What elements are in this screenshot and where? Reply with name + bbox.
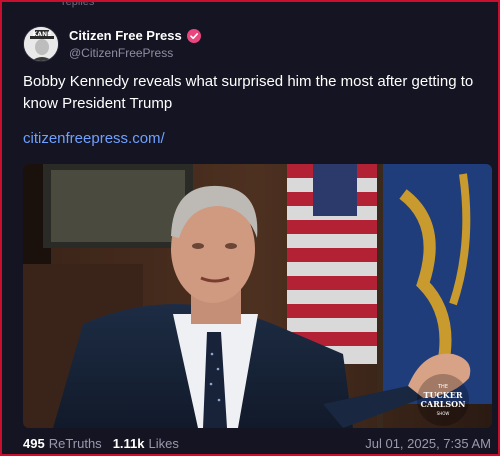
post-footer: 495 ReTruths 1.11k Likes Jul 01, 2025, 7…	[23, 436, 491, 451]
post-video-thumbnail[interactable]: THE TUCKER CARLSON SHOW	[23, 164, 492, 428]
retruths-stat[interactable]: 495 ReTruths	[23, 436, 102, 451]
retruths-label: ReTruths	[48, 436, 102, 451]
post-header: KANE Citizen Free Press @CitizenFreePres…	[23, 26, 201, 62]
display-name-row: Citizen Free Press	[69, 28, 201, 43]
verified-badge-icon	[186, 28, 201, 43]
post-card: replies KANE Citizen Free Press @Citizen…	[0, 0, 500, 456]
author-handle[interactable]: @CitizenFreePress	[69, 46, 201, 60]
post-text: Bobby Kennedy reveals what surprised him…	[23, 73, 474, 112]
display-name[interactable]: Citizen Free Press	[69, 28, 182, 43]
likes-label: Likes	[148, 436, 179, 451]
video-frame-image: THE TUCKER CARLSON SHOW	[23, 164, 492, 428]
previous-replies-text[interactable]: replies	[62, 2, 94, 8]
author-names: Citizen Free Press @CitizenFreePress	[69, 28, 201, 60]
post-timestamp: Jul 01, 2025, 7:35 AM	[365, 436, 491, 451]
svg-text:CARLSON: CARLSON	[421, 399, 466, 409]
tucker-carlson-watermark: THE TUCKER CARLSON SHOW	[417, 374, 469, 426]
post-link[interactable]: citizenfreepress.com/	[23, 130, 165, 147]
retruths-count: 495	[23, 436, 45, 451]
avatar-image: KANE	[24, 27, 58, 61]
avatar-logo-text: KANE	[33, 31, 51, 38]
likes-stat[interactable]: 1.11k Likes	[113, 436, 179, 451]
avatar[interactable]: KANE	[23, 26, 59, 62]
svg-text:SHOW: SHOW	[437, 411, 450, 416]
likes-count: 1.11k	[112, 436, 145, 451]
